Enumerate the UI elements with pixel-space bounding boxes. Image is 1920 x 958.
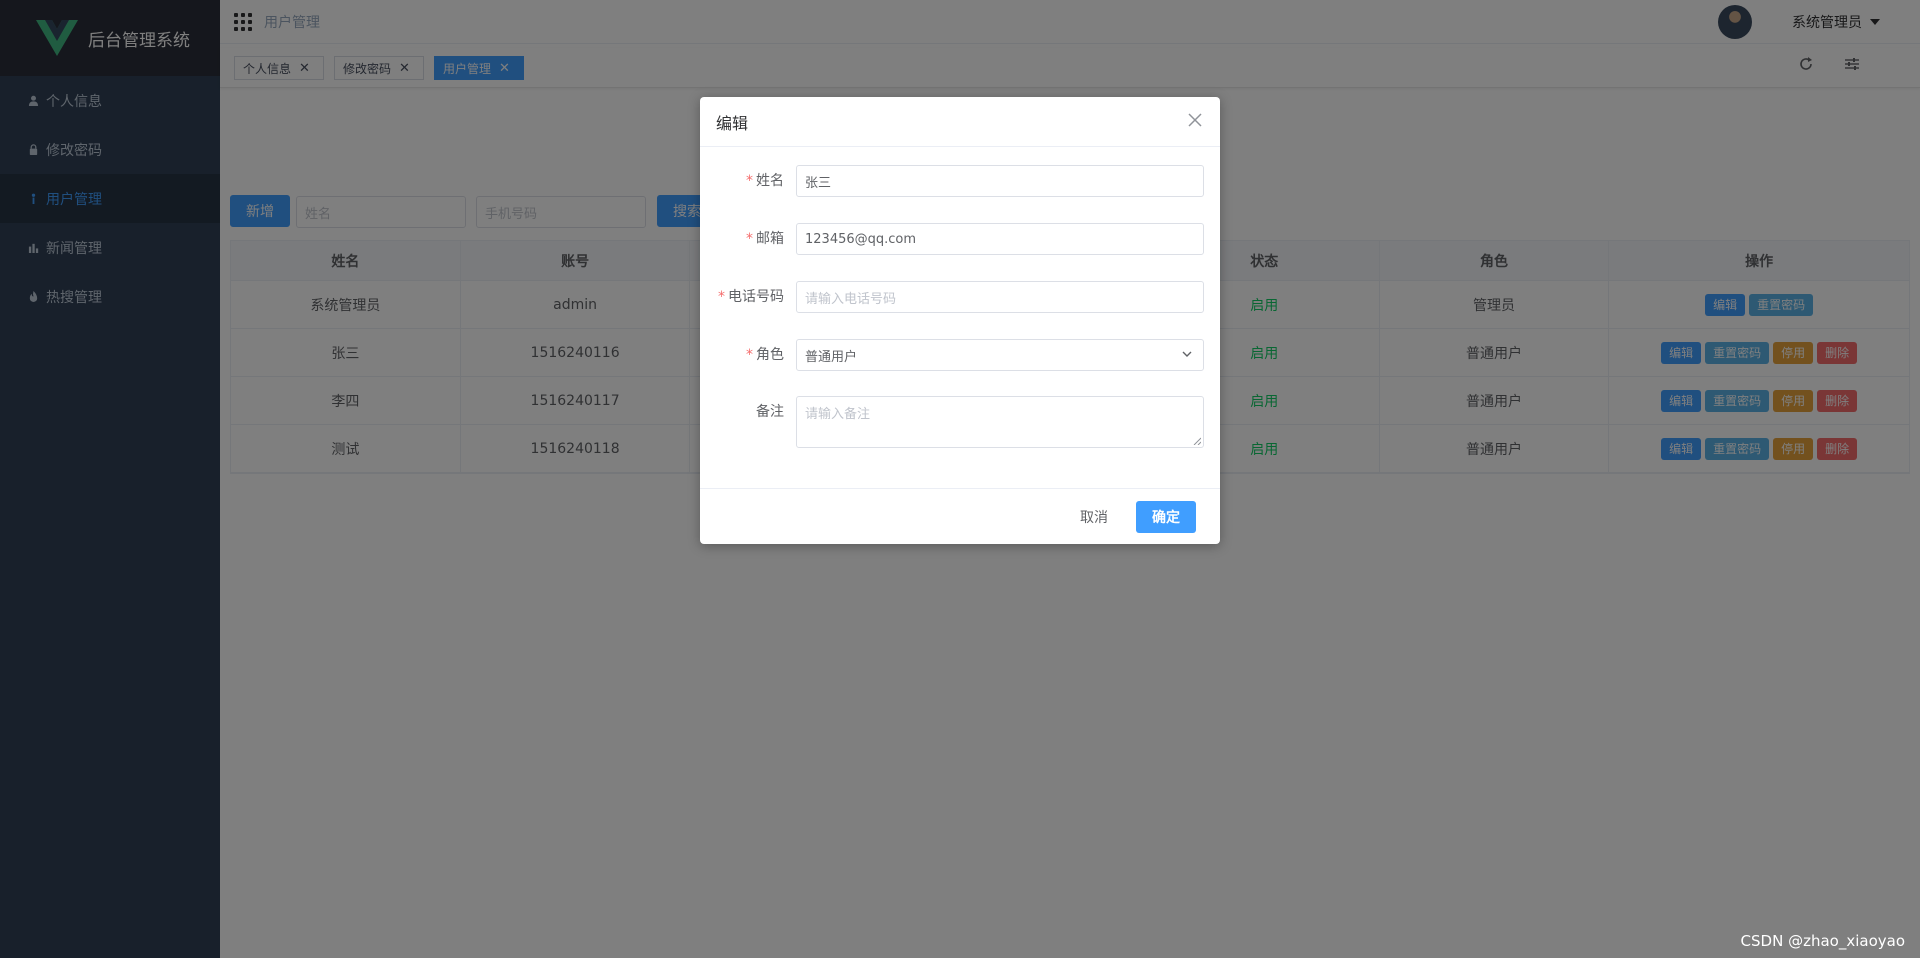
form-row-phone: * 电话号码 请输入电话号码: [700, 281, 1220, 313]
remark-placeholder: 请输入备注: [805, 407, 871, 422]
cancel-button[interactable]: 取消: [1080, 501, 1108, 533]
chevron-down-icon: [1182, 351, 1192, 357]
dialog-footer: 取消 确定: [700, 488, 1220, 544]
dialog-title: 编辑: [716, 113, 749, 133]
form-row-role: * 角色 普通用户: [700, 339, 1220, 371]
remark-textarea[interactable]: 请输入备注: [796, 396, 1204, 448]
close-icon[interactable]: [1186, 111, 1204, 129]
name-field[interactable]: 张三: [796, 165, 1204, 197]
role-select[interactable]: 普通用户: [796, 339, 1204, 371]
form-row-remark: 备注 请输入备注: [700, 396, 1220, 448]
role-select-value: 普通用户: [805, 349, 858, 365]
confirm-button[interactable]: 确定: [1136, 501, 1196, 533]
email-field[interactable]: 123456@qq.com: [796, 223, 1204, 255]
required-asterisk: *: [746, 173, 753, 189]
edit-dialog: 编辑 * 姓名 张三 * 邮箱 123456@qq.com * 电话号码 请输入电话号…: [700, 97, 1220, 544]
phone-field[interactable]: 请输入电话号码: [796, 281, 1204, 313]
form-label: * 邮箱: [746, 231, 784, 247]
required-asterisk: *: [718, 289, 725, 305]
required-asterisk: *: [746, 231, 753, 247]
watermark: CSDN @zhao_xiaoyao: [1740, 932, 1905, 950]
form-row-email: * 邮箱 123456@qq.com: [700, 223, 1220, 255]
dialog-header: 编辑: [700, 97, 1220, 147]
required-asterisk: *: [746, 347, 753, 363]
form-row-name: * 姓名 张三: [700, 165, 1220, 197]
form-label: * 姓名: [746, 173, 784, 189]
resize-grip-icon[interactable]: [1193, 437, 1201, 445]
form-label: * 电话号码: [718, 289, 784, 305]
form-label: * 角色: [746, 347, 784, 363]
form-label: 备注: [756, 404, 784, 420]
